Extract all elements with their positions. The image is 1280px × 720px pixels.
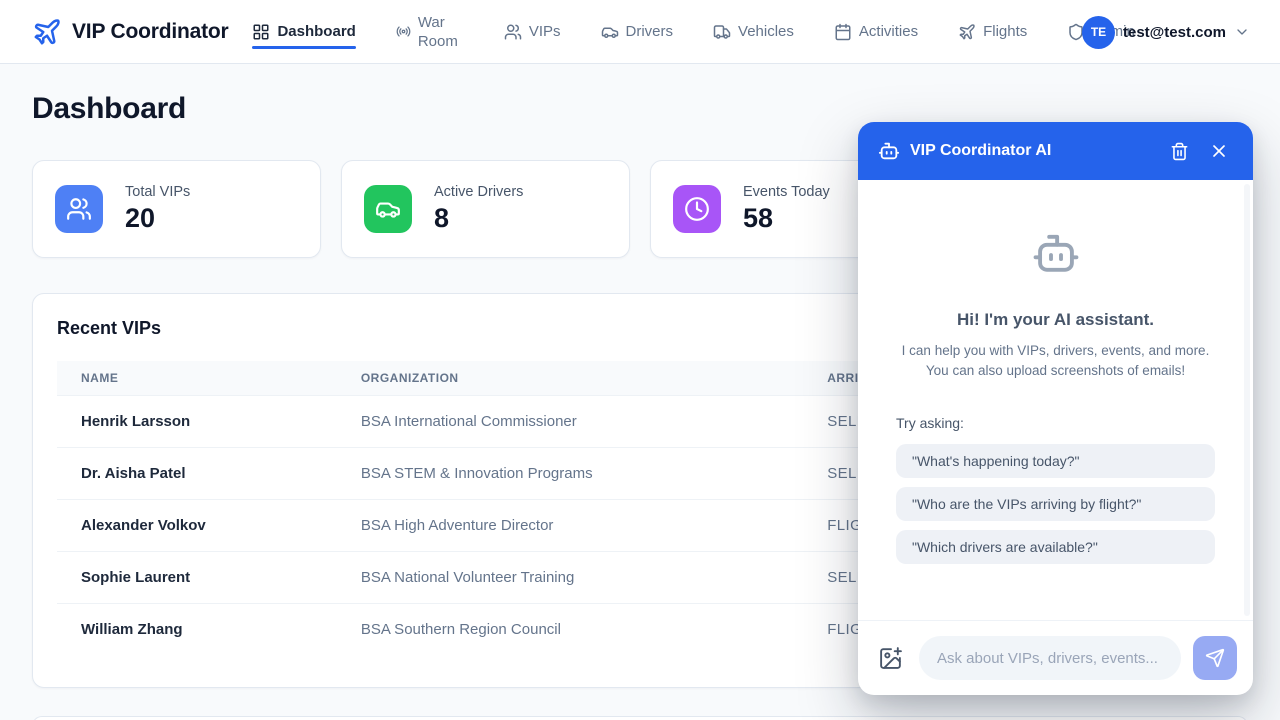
nav-item-war-room[interactable]: War Room: [396, 0, 464, 64]
try-asking-label: Try asking:: [896, 415, 1215, 431]
trash-icon: [1170, 142, 1189, 161]
users-icon: [504, 23, 522, 41]
bot-icon: [878, 140, 900, 162]
stat-value: 20: [125, 203, 190, 234]
bot-icon: [1027, 230, 1085, 280]
chat-help-line: I can help you with VIPs, drivers, event…: [858, 341, 1253, 361]
chat-title: VIP Coordinator AI: [910, 142, 1051, 160]
vip-organization: BSA Southern Region Council: [337, 604, 803, 656]
upload-image-button[interactable]: [874, 642, 907, 675]
brand-title: VIP Coordinator: [72, 20, 228, 44]
chat-header: VIP Coordinator AI: [858, 122, 1253, 180]
layout-grid-icon: [252, 23, 270, 41]
vip-name: Dr. Aisha Patel: [57, 448, 337, 500]
brand: VIP Coordinator: [32, 17, 228, 47]
vip-organization: BSA National Volunteer Training: [337, 552, 803, 604]
nav-item-activities[interactable]: Activities: [834, 0, 918, 64]
plane-logo-icon: [32, 17, 62, 47]
chat-messages-area: Hi! I'm your AI assistant. I can help yo…: [858, 180, 1253, 620]
vip-name: William Zhang: [57, 604, 337, 656]
vip-name: Henrik Larsson: [57, 396, 337, 448]
stat-label: Total VIPs: [125, 184, 190, 200]
stat-card-total-vips: Total VIPs 20: [32, 160, 321, 258]
chat-scrollbar[interactable]: [1244, 184, 1250, 616]
chat-greeting: Hi! I'm your AI assistant.: [858, 310, 1253, 330]
column-header-name: Name: [57, 361, 337, 396]
radio-icon: [396, 24, 411, 39]
nav-item-drivers[interactable]: Drivers: [601, 0, 674, 64]
users-icon: [55, 185, 103, 233]
send-icon: [1205, 648, 1225, 668]
car-icon: [601, 23, 619, 41]
stat-label: Events Today: [743, 184, 830, 200]
nav-item-label: VIPs: [529, 23, 561, 40]
close-chat-button[interactable]: [1205, 137, 1233, 165]
chat-help-text: I can help you with VIPs, drivers, event…: [858, 341, 1253, 381]
user-email: test@test.com: [1123, 24, 1226, 41]
plane-icon: [958, 23, 976, 41]
avatar[interactable]: TE: [1082, 16, 1115, 49]
chat-help-line: You can also upload screenshots of email…: [858, 361, 1253, 381]
vip-organization: BSA High Adventure Director: [337, 500, 803, 552]
chat-input[interactable]: [919, 636, 1181, 680]
nav-item-label: Activities: [859, 23, 918, 40]
truck-icon: [713, 23, 731, 41]
nav-items: Dashboard War Room VIPs: [252, 0, 1134, 64]
top-navigation: VIP Coordinator Dashboard War Room: [0, 0, 1280, 64]
chat-input-bar: [858, 620, 1253, 695]
suggestion-chip[interactable]: "Which drivers are available?": [896, 530, 1215, 564]
column-header-organization: Organization: [337, 361, 803, 396]
stat-value: 58: [743, 203, 830, 234]
car-icon: [364, 185, 412, 233]
vip-name: Alexander Volkov: [57, 500, 337, 552]
clock-icon: [673, 185, 721, 233]
user-menu[interactable]: TE test@test.com: [1082, 0, 1250, 64]
stat-card-active-drivers: Active Drivers 8: [341, 160, 630, 258]
vip-name: Sophie Laurent: [57, 552, 337, 604]
nav-item-label: Dashboard: [277, 23, 355, 40]
next-section-card-edge: [32, 716, 1248, 720]
suggestion-chip[interactable]: "What's happening today?": [896, 444, 1215, 478]
ai-chat-panel: VIP Coordinator AI Hi! I'm your AI assis…: [858, 122, 1253, 695]
stat-label: Active Drivers: [434, 184, 523, 200]
nav-item-label: Flights: [983, 23, 1027, 40]
suggestion-chip[interactable]: "Who are the VIPs arriving by flight?": [896, 487, 1215, 521]
calendar-icon: [834, 23, 852, 41]
nav-item-vehicles[interactable]: Vehicles: [713, 0, 794, 64]
chevron-down-icon[interactable]: [1234, 24, 1250, 40]
clear-chat-button[interactable]: [1166, 138, 1193, 165]
nav-item-flights[interactable]: Flights: [958, 0, 1027, 64]
nav-item-label: Vehicles: [738, 23, 794, 40]
page-title: Dashboard: [32, 92, 1248, 126]
vip-organization: BSA STEM & Innovation Programs: [337, 448, 803, 500]
nav-item-vips[interactable]: VIPs: [504, 0, 561, 64]
nav-item-label: Drivers: [626, 23, 674, 40]
stat-value: 8: [434, 203, 523, 234]
close-icon: [1209, 141, 1229, 161]
vip-organization: BSA International Commissioner: [337, 396, 803, 448]
send-button[interactable]: [1193, 636, 1237, 680]
nav-item-dashboard[interactable]: Dashboard: [252, 0, 355, 64]
image-plus-icon: [878, 646, 903, 671]
nav-item-label: War Room: [418, 13, 464, 51]
